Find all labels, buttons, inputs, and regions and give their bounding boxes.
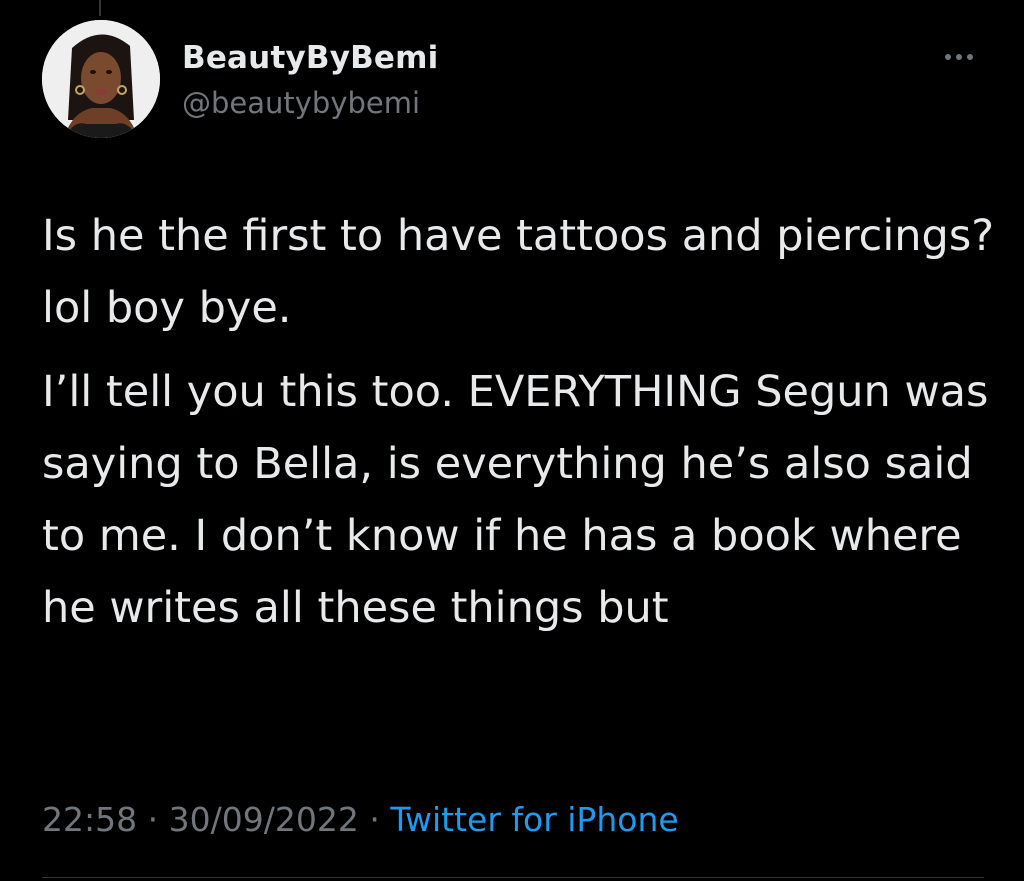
display-name[interactable]: BeautyByBemi: [182, 38, 439, 78]
more-options-button[interactable]: [934, 42, 984, 72]
thread-connector-line: [99, 0, 101, 16]
more-dots-icon: [945, 54, 951, 60]
tweet-date[interactable]: 30/09/2022: [169, 800, 359, 839]
tweet-metadata: 22:58 · 30/09/2022 · Twitter for iPhone: [42, 795, 679, 845]
tweet-paragraph: I’ll tell you this too. EVERYTHING Segun…: [42, 367, 989, 633]
avatar[interactable]: [42, 20, 160, 138]
more-dots-icon: [967, 54, 973, 60]
meta-separator: ·: [147, 800, 159, 839]
user-handle[interactable]: @beautybybemi: [182, 84, 439, 122]
profile-photo-icon: [42, 20, 160, 138]
tweet-source-link[interactable]: Twitter for iPhone: [390, 800, 678, 839]
tweet-time[interactable]: 22:58: [42, 800, 137, 839]
more-dots-icon: [956, 54, 962, 60]
tweet-paragraph: Is he the first to have tattoos and pier…: [42, 211, 995, 333]
tweet-header: BeautyByBemi @beautybybemi: [42, 20, 984, 140]
divider: [42, 877, 984, 878]
tweet-body: Is he the first to have tattoos and pier…: [42, 200, 1002, 644]
user-info: BeautyByBemi @beautybybemi: [182, 38, 439, 122]
meta-separator: ·: [369, 800, 380, 839]
